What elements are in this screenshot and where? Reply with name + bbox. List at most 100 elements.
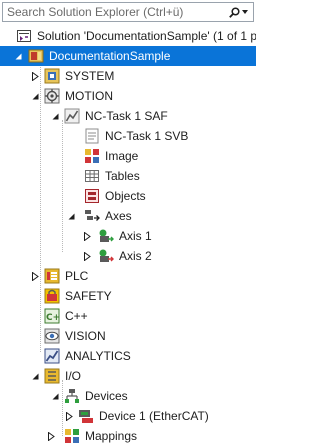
- tree-item-label: PLC: [65, 269, 89, 283]
- cpp-icon: C+: [44, 308, 60, 324]
- tree-item-label: Devices: [85, 389, 128, 403]
- project-icon: [28, 48, 44, 64]
- tree-item-label: DocumentationSample: [49, 49, 171, 63]
- ethercat-device-icon: [78, 408, 94, 424]
- expand-toggle[interactable]: [80, 246, 94, 266]
- tree-item-axis-2[interactable]: Axis 2: [0, 246, 256, 266]
- tree-item-label: Tables: [105, 169, 140, 183]
- tree-item-safety[interactable]: SAFETY: [0, 286, 256, 306]
- nc-task-saf-icon: [64, 108, 80, 124]
- tree-item-label: Image: [105, 149, 139, 163]
- search-icon: [228, 6, 240, 18]
- collapsed-arrow-icon: [47, 431, 55, 441]
- mappings-icon: [64, 428, 80, 444]
- tables-icon: [84, 168, 100, 184]
- collapsed-arrow-icon: [31, 271, 39, 281]
- dropdown-arrow-icon: [241, 10, 248, 14]
- tree-item-motion[interactable]: MOTION: [0, 86, 256, 106]
- devices-icon: [64, 388, 80, 404]
- expanded-arrow-icon: [52, 393, 58, 399]
- tree-item-label: NC-Task 1 SVB: [105, 129, 189, 143]
- expand-toggle[interactable]: [28, 66, 42, 86]
- expand-toggle[interactable]: [28, 366, 42, 386]
- tree-item-io[interactable]: I/O: [0, 366, 256, 386]
- system-icon: [44, 68, 60, 84]
- tree-item-system[interactable]: SYSTEM: [0, 66, 256, 86]
- tree-item-label: Mappings: [85, 429, 138, 443]
- tree-item-device-1-ethercat[interactable]: Device 1 (EtherCAT): [0, 406, 256, 426]
- tree-item-vision[interactable]: VISION: [0, 326, 256, 346]
- tree-item-label: Axes: [105, 209, 132, 223]
- search-button[interactable]: [223, 3, 253, 21]
- expand-toggle[interactable]: [48, 386, 62, 406]
- tree-item-analytics[interactable]: ANALYTICS: [0, 346, 256, 366]
- image-icon: [84, 148, 100, 164]
- expand-toggle[interactable]: [11, 46, 25, 66]
- expanded-arrow-icon: [32, 373, 38, 379]
- tree-item-label: MOTION: [65, 89, 113, 103]
- tree-item-mappings[interactable]: Mappings: [0, 426, 256, 446]
- tree-item-documentationsample[interactable]: DocumentationSample: [0, 46, 256, 66]
- svg-text:C+: C+: [46, 313, 60, 323]
- nc-task-svb-icon: [84, 128, 100, 144]
- expand-toggle[interactable]: [44, 426, 58, 446]
- expand-toggle[interactable]: [64, 206, 78, 226]
- objects-icon: [84, 188, 100, 204]
- expanded-arrow-icon: [32, 93, 38, 99]
- tree-item-axes[interactable]: Axes: [0, 206, 256, 226]
- tree-item-image[interactable]: Image: [0, 146, 256, 166]
- tree-item-nc-task-1-saf[interactable]: NC-Task 1 SAF: [0, 106, 256, 126]
- tree-item-label: NC-Task 1 SAF: [85, 109, 168, 123]
- solution-icon: [16, 28, 32, 44]
- expand-toggle[interactable]: [28, 86, 42, 106]
- tree-item-objects[interactable]: Objects: [0, 186, 256, 206]
- expand-toggle[interactable]: [80, 226, 94, 246]
- search-box[interactable]: [2, 2, 254, 22]
- tree-item-label: SYSTEM: [65, 69, 115, 83]
- axis-icon: [98, 248, 114, 264]
- tree-item-label: C++: [65, 309, 88, 323]
- tree-item-cpp[interactable]: C+ C++: [0, 306, 256, 326]
- axis-icon: [98, 228, 114, 244]
- tree-item-axis-1[interactable]: Axis 1: [0, 226, 256, 246]
- safety-icon: [44, 288, 60, 304]
- analytics-icon: [44, 348, 60, 364]
- tree-item-label: Solution 'DocumentationSample' (1 of 1 p…: [37, 29, 256, 43]
- tree-item-tables[interactable]: Tables: [0, 166, 256, 186]
- expanded-arrow-icon: [52, 113, 58, 119]
- tree-item-nc-task-1-svb[interactable]: NC-Task 1 SVB: [0, 126, 256, 146]
- tree-item-label: Device 1 (EtherCAT): [99, 409, 209, 423]
- expand-toggle[interactable]: [28, 266, 42, 286]
- tree-item-solution[interactable]: Solution 'DocumentationSample' (1 of 1 p…: [0, 26, 256, 46]
- io-icon: [44, 368, 60, 384]
- expanded-arrow-icon: [68, 213, 74, 219]
- collapsed-arrow-icon: [65, 411, 73, 421]
- collapsed-arrow-icon: [83, 231, 91, 241]
- vision-icon: [44, 328, 60, 344]
- tree-item-label: VISION: [65, 329, 106, 343]
- expanded-arrow-icon: [15, 53, 21, 59]
- tree-item-plc[interactable]: PLC: [0, 266, 256, 286]
- plc-icon: [44, 268, 60, 284]
- tree-item-label: I/O: [65, 369, 82, 383]
- collapsed-arrow-icon: [83, 251, 91, 261]
- collapsed-arrow-icon: [31, 71, 39, 81]
- tree-item-label: ANALYTICS: [65, 349, 131, 363]
- tree-item-label: SAFETY: [65, 289, 112, 303]
- tree-item-label: Objects: [105, 189, 146, 203]
- expand-toggle[interactable]: [62, 406, 76, 426]
- expand-toggle[interactable]: [48, 106, 62, 126]
- tree-item-label: Axis 1: [119, 229, 152, 243]
- axes-icon: [84, 208, 100, 224]
- tree-item-devices[interactable]: Devices: [0, 386, 256, 406]
- search-input[interactable]: [3, 3, 223, 21]
- tree-item-label: Axis 2: [119, 249, 152, 263]
